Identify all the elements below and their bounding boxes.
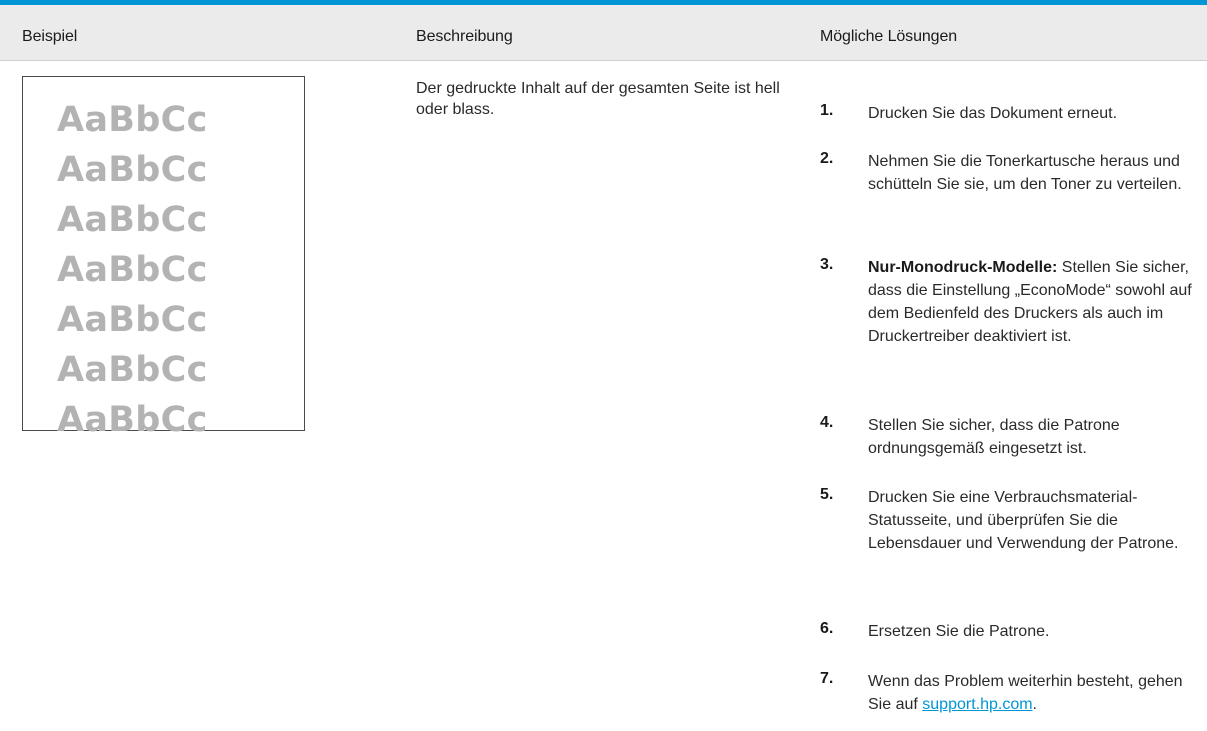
- step-text: Drucken Sie das Dokument erneut.: [868, 105, 1118, 122]
- header-divider: [0, 60, 1207, 61]
- problem-description: Der gedruckte Inhalt auf der gesamten Se…: [416, 80, 780, 118]
- step-text: Nur-Monodruck-Modelle: Stellen Sie siche…: [868, 256, 1198, 348]
- step-number: 4.: [820, 414, 834, 431]
- sample-text-line: AaBbCc: [57, 400, 208, 440]
- sample-text-line: AaBbCc: [57, 150, 208, 190]
- column-header-example: Beispiel: [22, 28, 78, 45]
- step-bold-prefix: Nur-Monodruck-Modelle:: [868, 259, 1058, 276]
- sample-text-line: AaBbCc: [57, 350, 208, 390]
- column-header-solutions: Mögliche Lösungen: [820, 28, 958, 45]
- step-number: 1.: [820, 102, 834, 119]
- step-text: Wenn das Problem weiterhin besteht, gehe…: [868, 670, 1198, 716]
- step-text-after: .: [1032, 696, 1037, 713]
- sample-text-line: AaBbCc: [57, 100, 208, 140]
- column-header-description: Beschreibung: [416, 28, 513, 45]
- table-header-row: Beispiel Beschreibung Mögliche Lösungen: [0, 5, 1207, 60]
- step-number: 2.: [820, 150, 834, 167]
- support-link[interactable]: support.hp.com: [922, 696, 1032, 713]
- step-number: 7.: [820, 670, 834, 687]
- sample-text-line: AaBbCc: [57, 300, 208, 340]
- step-text: Nehmen Sie die Tonerkartusche heraus und…: [868, 153, 1182, 193]
- step-text: Drucken Sie eine Verbrauchsmaterial-Stat…: [868, 489, 1179, 552]
- step-number: 3.: [820, 256, 834, 273]
- step-text: Stellen Sie sicher, dass die Patrone ord…: [868, 417, 1120, 457]
- print-sample-image: AaBbCc AaBbCc AaBbCc AaBbCc AaBbCc AaBbC…: [22, 76, 305, 438]
- sample-text-line: AaBbCc: [57, 250, 208, 290]
- step-number: 6.: [820, 620, 834, 637]
- sample-text-line: AaBbCc: [57, 200, 208, 240]
- step-text: Ersetzen Sie die Patrone.: [868, 623, 1050, 640]
- step-number: 5.: [820, 486, 834, 503]
